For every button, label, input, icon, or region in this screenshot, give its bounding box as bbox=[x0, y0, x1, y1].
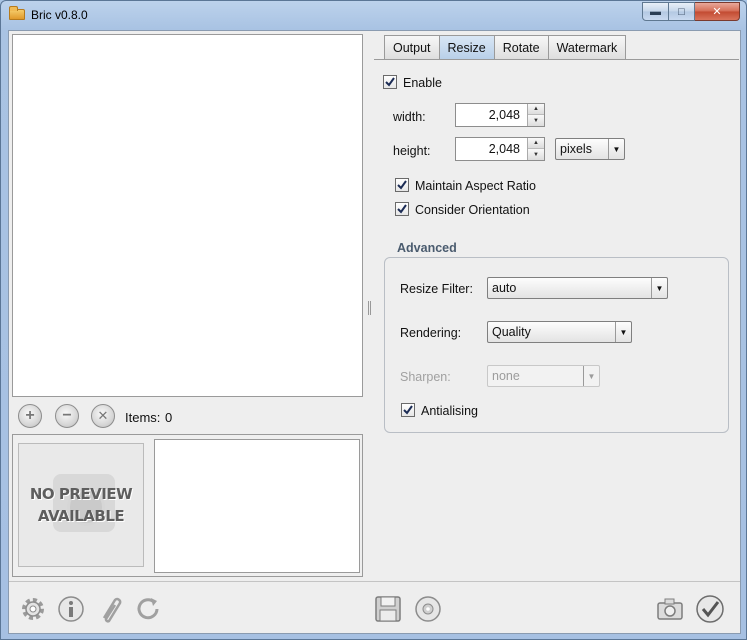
clear-button[interactable]: ✕ bbox=[91, 404, 115, 428]
antialiasing-label: Antialising bbox=[421, 404, 478, 418]
antialiasing-checkbox[interactable] bbox=[401, 403, 415, 417]
add-button[interactable]: + bbox=[18, 404, 42, 428]
maximize-button[interactable]: □ bbox=[669, 2, 695, 21]
minus-circle-icon: − bbox=[62, 407, 72, 424]
width-spin-buttons: ▲ ▼ bbox=[527, 104, 544, 126]
unit-value: pixels bbox=[560, 142, 592, 156]
height-decrement-button[interactable]: ▼ bbox=[528, 149, 544, 160]
window-title: Bric v0.8.0 bbox=[31, 8, 88, 22]
tab-watermark[interactable]: Watermark bbox=[547, 35, 627, 59]
minimize-button[interactable]: ▬ bbox=[642, 2, 669, 21]
save-button[interactable] bbox=[373, 594, 403, 624]
rendering-value: Quality bbox=[492, 325, 531, 339]
checkmark-icon bbox=[397, 204, 407, 214]
maintain-aspect-checkbox[interactable] bbox=[395, 178, 409, 192]
list-toolbar: + − ✕ Items: 0 bbox=[12, 400, 363, 432]
client-area: + − ✕ Items: 0 NO PREVIEW AVAILABLE Outp… bbox=[8, 30, 741, 634]
enable-label: Enable bbox=[403, 76, 442, 90]
preview-area: NO PREVIEW AVAILABLE bbox=[12, 434, 363, 577]
settings-button[interactable] bbox=[18, 594, 48, 624]
splitter-grip[interactable] bbox=[368, 301, 371, 315]
consider-orientation-checkbox[interactable] bbox=[395, 202, 409, 216]
refresh-button[interactable] bbox=[133, 594, 163, 624]
items-count: 0 bbox=[165, 410, 173, 425]
width-label: width: bbox=[393, 110, 426, 124]
save-disk-icon bbox=[375, 596, 401, 622]
gear-icon bbox=[22, 598, 44, 620]
tab-output[interactable]: Output bbox=[384, 35, 440, 59]
chevron-down-icon: ▼ bbox=[615, 322, 631, 342]
pane-splitter[interactable] bbox=[366, 34, 373, 579]
rendering-label: Rendering: bbox=[400, 326, 462, 340]
info-button[interactable] bbox=[56, 594, 86, 624]
apply-button[interactable] bbox=[695, 594, 725, 624]
maintain-aspect-label: Maintain Aspect Ratio bbox=[415, 179, 536, 193]
folder-icon bbox=[9, 6, 25, 20]
items-label: Items: bbox=[125, 410, 161, 425]
cd-icon bbox=[415, 596, 441, 622]
capture-button[interactable] bbox=[655, 594, 685, 624]
refresh-icon bbox=[137, 598, 159, 620]
image-info-panel bbox=[154, 439, 360, 573]
chevron-down-icon: ▼ bbox=[583, 366, 599, 386]
image-list[interactable] bbox=[12, 34, 363, 397]
advanced-group: Resize Filter: auto ▼ Rendering: Quality… bbox=[384, 257, 729, 433]
checkmark-icon bbox=[397, 180, 407, 190]
tab-rotate[interactable]: Rotate bbox=[493, 35, 549, 59]
sharpen-value: none bbox=[492, 369, 520, 383]
resize-filter-label: Resize Filter: bbox=[400, 282, 473, 296]
settings-tabs: Output Resize Rotate Watermark bbox=[384, 35, 627, 60]
checkmark-icon bbox=[385, 77, 395, 87]
width-value: 2,048 bbox=[488, 108, 520, 122]
height-label: height: bbox=[393, 144, 431, 158]
height-increment-button[interactable]: ▲ bbox=[528, 138, 544, 149]
resize-tab-panel: Enable width: 2,048 ▲ ▼ height: 2,048 ▲ bbox=[374, 59, 739, 579]
title-bar[interactable]: Bric v0.8.0 ▬ □ ✕ bbox=[1, 1, 746, 29]
attach-button[interactable] bbox=[95, 594, 125, 624]
advanced-section-title: Advanced bbox=[397, 241, 457, 255]
height-value: 2,048 bbox=[488, 142, 520, 156]
width-spinner[interactable]: 2,048 ▲ ▼ bbox=[455, 103, 545, 127]
bottom-toolbar bbox=[9, 581, 740, 633]
plus-circle-icon: + bbox=[25, 407, 35, 424]
app-window: Bric v0.8.0 ▬ □ ✕ + − ✕ Items: 0 NO PREV… bbox=[0, 0, 747, 640]
rendering-select[interactable]: Quality ▼ bbox=[487, 321, 632, 343]
info-icon bbox=[58, 596, 84, 622]
image-preview: NO PREVIEW AVAILABLE bbox=[18, 443, 144, 567]
chevron-down-icon: ▼ bbox=[651, 278, 667, 298]
tab-resize[interactable]: Resize bbox=[438, 35, 495, 60]
paperclip-icon bbox=[102, 597, 122, 623]
resize-filter-value: auto bbox=[492, 281, 517, 295]
height-spinner[interactable]: 2,048 ▲ ▼ bbox=[455, 137, 545, 161]
unit-select[interactable]: pixels ▼ bbox=[555, 138, 625, 160]
consider-orientation-label: Consider Orientation bbox=[415, 203, 530, 217]
x-circle-icon: ✕ bbox=[97, 408, 109, 423]
width-decrement-button[interactable]: ▼ bbox=[528, 115, 544, 126]
close-button[interactable]: ✕ bbox=[695, 2, 740, 21]
height-spin-buttons: ▲ ▼ bbox=[527, 138, 544, 160]
remove-button[interactable]: − bbox=[55, 404, 79, 428]
settings-pane: Output Resize Rotate Watermark Enable wi… bbox=[374, 34, 739, 579]
checkmark-icon bbox=[403, 405, 413, 415]
enable-checkbox[interactable] bbox=[383, 75, 397, 89]
camera-icon bbox=[657, 598, 683, 620]
sharpen-label: Sharpen: bbox=[400, 370, 451, 384]
burn-disc-button[interactable] bbox=[413, 594, 443, 624]
width-increment-button[interactable]: ▲ bbox=[528, 104, 544, 115]
chevron-down-icon: ▼ bbox=[608, 139, 624, 159]
window-controls: ▬ □ ✕ bbox=[642, 2, 740, 21]
resize-filter-select[interactable]: auto ▼ bbox=[487, 277, 668, 299]
no-preview-text: NO PREVIEW AVAILABLE bbox=[29, 485, 133, 525]
sharpen-select: none ▼ bbox=[487, 365, 600, 387]
check-icon bbox=[696, 595, 724, 623]
